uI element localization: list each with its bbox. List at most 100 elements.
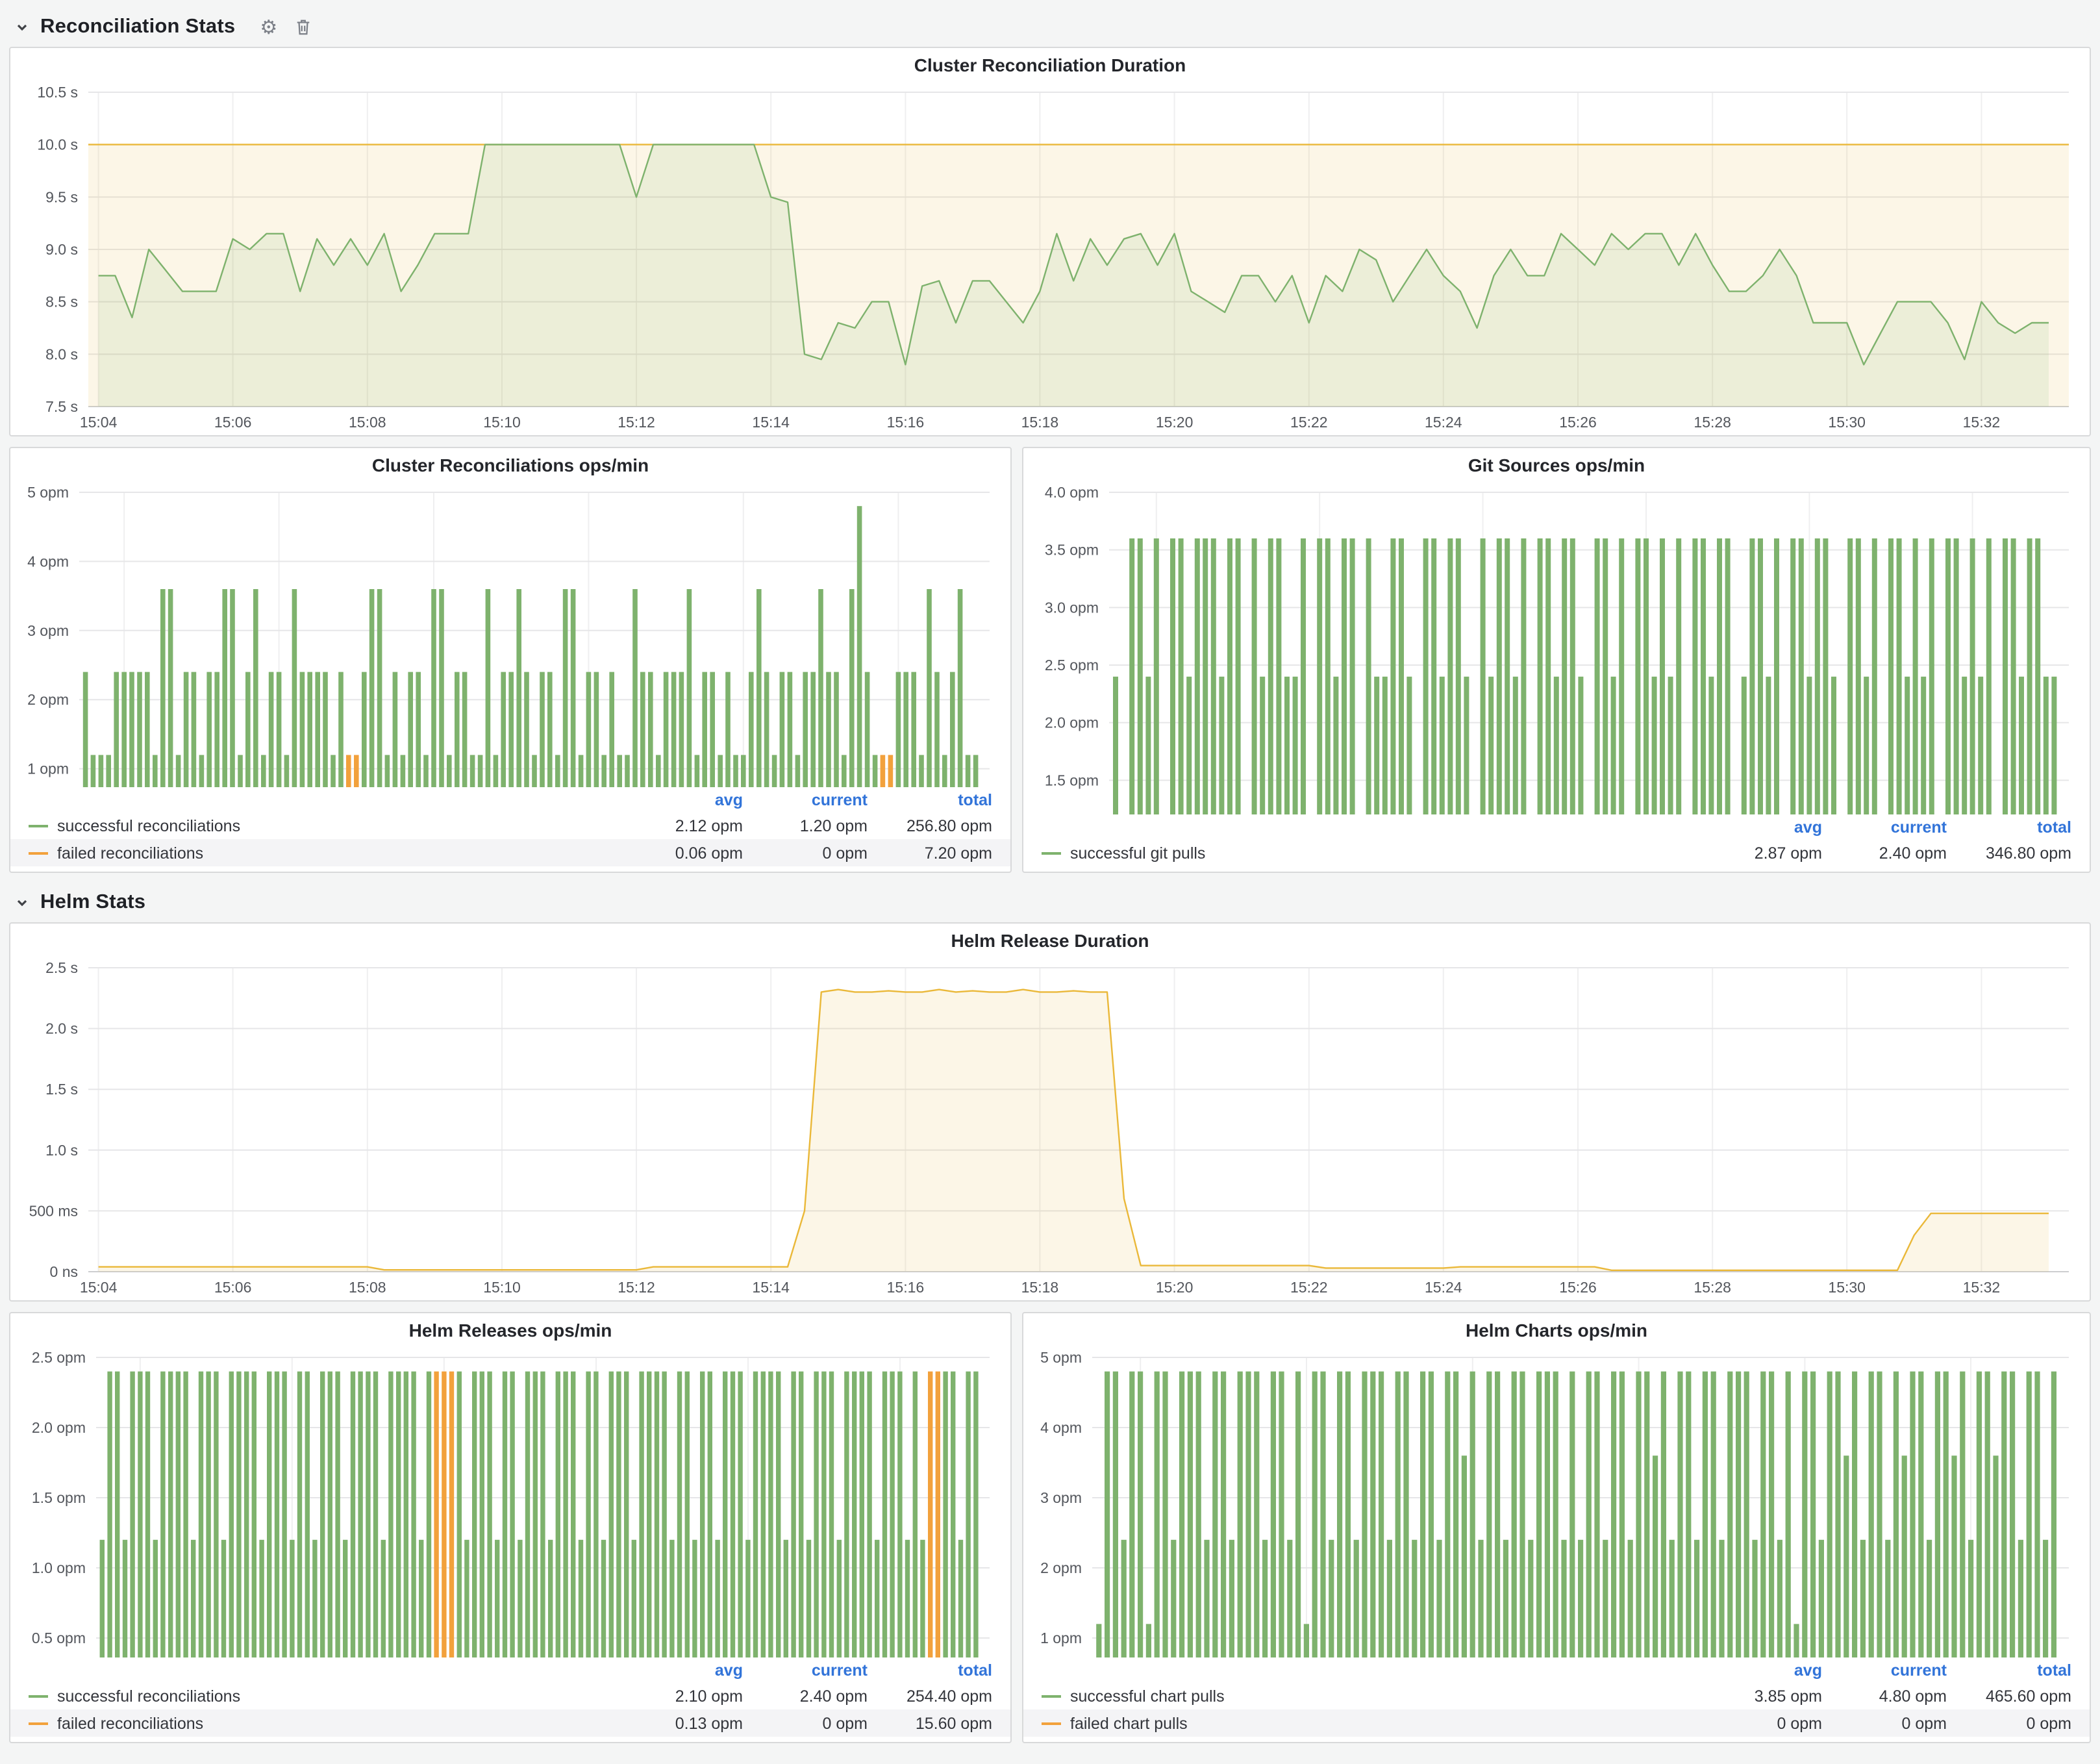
gear-icon[interactable]: ⚙	[260, 18, 277, 37]
svg-text:1.0 opm: 1.0 opm	[32, 1559, 86, 1576]
svg-text:15:06: 15:06	[214, 414, 252, 431]
series-name[interactable]: failed reconciliations	[57, 1714, 203, 1732]
gear-glyph: ⚙	[260, 18, 277, 37]
legend-value: 0 opm	[1947, 1714, 2071, 1732]
legend-col-current[interactable]: current	[1822, 1661, 1947, 1679]
cluster-reconciliation-duration-chart[interactable]: 15:0415:0615:0815:1015:1215:1415:1615:18…	[16, 82, 2084, 435]
legend-col-avg[interactable]: avg	[618, 790, 743, 809]
svg-text:10.0 s: 10.0 s	[37, 136, 78, 153]
panel-title[interactable]: Git Sources ops/min	[1023, 448, 2090, 482]
legend-value: 0 opm	[1697, 1714, 1822, 1732]
svg-text:2.0 s: 2.0 s	[45, 1020, 78, 1037]
svg-text:8.5 s: 8.5 s	[45, 294, 78, 310]
series-name[interactable]: successful reconciliations	[57, 1687, 240, 1705]
svg-text:0.5 opm: 0.5 opm	[32, 1630, 86, 1646]
svg-text:1.5 opm: 1.5 opm	[1045, 772, 1099, 788]
legend-col-avg[interactable]: avg	[1697, 1661, 1822, 1679]
legend-col-total[interactable]: total	[1947, 1661, 2071, 1679]
svg-text:9.0 s: 9.0 s	[45, 241, 78, 258]
legend-value: 0 opm	[1822, 1714, 1947, 1732]
legend-col-current[interactable]: current	[743, 1661, 868, 1679]
svg-text:15:20: 15:20	[1156, 1279, 1194, 1296]
legend-helm-charts: avgcurrenttotalsuccessful chart pulls3.8…	[1023, 1657, 2090, 1742]
legend-value: 2.40 opm	[743, 1687, 868, 1705]
svg-text:15:04: 15:04	[80, 414, 118, 431]
panel-title[interactable]: Helm Release Duration	[10, 924, 2090, 957]
trash-icon[interactable]	[294, 18, 311, 36]
legend-value: 0 opm	[743, 1714, 868, 1732]
svg-text:1 opm: 1 opm	[27, 761, 69, 777]
panel-title[interactable]: Cluster Reconciliation Duration	[10, 48, 2090, 82]
svg-text:15:18: 15:18	[1021, 414, 1059, 431]
legend-col-total[interactable]: total	[868, 1661, 992, 1679]
panel-title[interactable]: Helm Charts ops/min	[1023, 1313, 2090, 1347]
series-name[interactable]: failed chart pulls	[1070, 1714, 1188, 1732]
row-header-helm-stats[interactable]: Helm Stats	[9, 883, 2091, 922]
legend-row: successful git pulls2.87 opm2.40 opm346.…	[1023, 839, 2090, 866]
svg-text:1.5 s: 1.5 s	[45, 1081, 78, 1098]
series-name[interactable]: failed reconciliations	[57, 844, 203, 862]
legend-row: successful reconciliations2.12 opm1.20 o…	[10, 812, 1010, 839]
svg-text:15:06: 15:06	[214, 1279, 252, 1296]
svg-text:2.0 opm: 2.0 opm	[1045, 714, 1099, 731]
legend-helm-releases: avgcurrenttotal successful reconciliation…	[10, 1657, 1010, 1742]
panel-title[interactable]: Cluster Reconciliations ops/min	[10, 448, 1010, 482]
svg-text:2.5 s: 2.5 s	[45, 959, 78, 976]
row-title[interactable]: Reconciliation Stats	[40, 16, 235, 39]
chevron-down-icon[interactable]	[13, 894, 31, 912]
svg-text:15:20: 15:20	[1156, 414, 1194, 431]
legend-row: failed reconciliations 0.06 opm0 opm7.20 …	[10, 839, 1010, 866]
svg-text:1.0 s: 1.0 s	[45, 1142, 78, 1159]
svg-text:15:24: 15:24	[1425, 1279, 1462, 1296]
legend-row: successful reconciliations 2.10 opm2.40 o…	[10, 1682, 1010, 1709]
legend-col-avg[interactable]: avg	[1697, 818, 1822, 836]
svg-text:2.5 opm: 2.5 opm	[32, 1349, 86, 1366]
git-sources-chart[interactable]: 15:0515:1015:1515:2015:2515:301.0 opm1.5…	[1029, 482, 2084, 814]
panel-helm-releases-opm: Helm Releases ops/min 15:0515:1015:1515:…	[9, 1312, 1012, 1743]
helm-charts-chart[interactable]: 15:0515:1015:1515:2015:2515:300 opm1 opm…	[1029, 1347, 2084, 1657]
series-color-dash	[29, 1722, 48, 1724]
svg-text:1.5 opm: 1.5 opm	[32, 1489, 86, 1506]
legend-value: 7.20 opm	[868, 844, 992, 862]
legend-value: 2.10 opm	[618, 1687, 743, 1705]
svg-text:3.5 opm: 3.5 opm	[1045, 542, 1099, 559]
row-header-reconciliation-stats[interactable]: Reconciliation Stats ⚙	[9, 8, 2091, 47]
panel-title[interactable]: Helm Releases ops/min	[10, 1313, 1010, 1347]
series-color-dash	[29, 1695, 48, 1697]
svg-text:2 opm: 2 opm	[27, 691, 69, 708]
legend-value: 0.06 opm	[618, 844, 743, 862]
svg-text:15:28: 15:28	[1694, 1279, 1731, 1296]
svg-text:15:14: 15:14	[752, 1279, 790, 1296]
legend-git-sources: avgcurrenttotal successful git pulls2.87 …	[1023, 814, 2090, 872]
svg-text:4 opm: 4 opm	[1040, 1419, 1082, 1436]
legend-value: 2.40 opm	[1822, 844, 1947, 862]
legend-value: 346.80 opm	[1947, 844, 2071, 862]
helm-releases-chart[interactable]: 15:0515:1015:1515:2015:2515:300 opm0.5 o…	[16, 1347, 1005, 1657]
series-name[interactable]: successful reconciliations	[57, 816, 240, 835]
legend-col-total[interactable]: total	[1947, 818, 2071, 836]
legend-header: avgcurrenttotal	[1023, 1657, 2090, 1682]
series-color-dash	[1042, 1722, 1061, 1724]
series-name[interactable]: successful chart pulls	[1070, 1687, 1225, 1705]
legend-value: 2.12 opm	[618, 816, 743, 835]
svg-text:15:08: 15:08	[349, 414, 386, 431]
legend-value: 254.40 opm	[868, 1687, 992, 1705]
svg-text:4 opm: 4 opm	[27, 553, 69, 570]
legend-col-avg[interactable]: avg	[618, 1661, 743, 1679]
row-title[interactable]: Helm Stats	[40, 891, 145, 914]
cluster-reconciliations-chart[interactable]: 15:0515:1015:1515:2015:2515:300 opm1 opm…	[16, 482, 1005, 787]
panel-helm-charts-opm: Helm Charts ops/min 15:0515:1015:1515:20…	[1022, 1312, 2091, 1743]
legend-col-current[interactable]: current	[743, 790, 868, 809]
chevron-down-icon[interactable]	[13, 18, 31, 36]
legend-col-total[interactable]: total	[868, 790, 992, 809]
helm-release-duration-chart[interactable]: 15:0415:0615:0815:1015:1215:1415:1615:18…	[16, 957, 2084, 1300]
svg-text:10.5 s: 10.5 s	[37, 84, 78, 101]
series-name[interactable]: successful git pulls	[1070, 844, 1205, 862]
legend-col-current[interactable]: current	[1822, 818, 1947, 836]
series-color-dash	[1042, 851, 1061, 854]
svg-text:9.5 s: 9.5 s	[45, 188, 78, 205]
legend-value: 0 opm	[743, 844, 868, 862]
svg-text:500 ms: 500 ms	[29, 1202, 78, 1219]
panel-helm-release-duration: Helm Release Duration 15:0415:0615:0815:…	[9, 922, 2091, 1302]
legend-value: 15.60 opm	[868, 1714, 992, 1732]
